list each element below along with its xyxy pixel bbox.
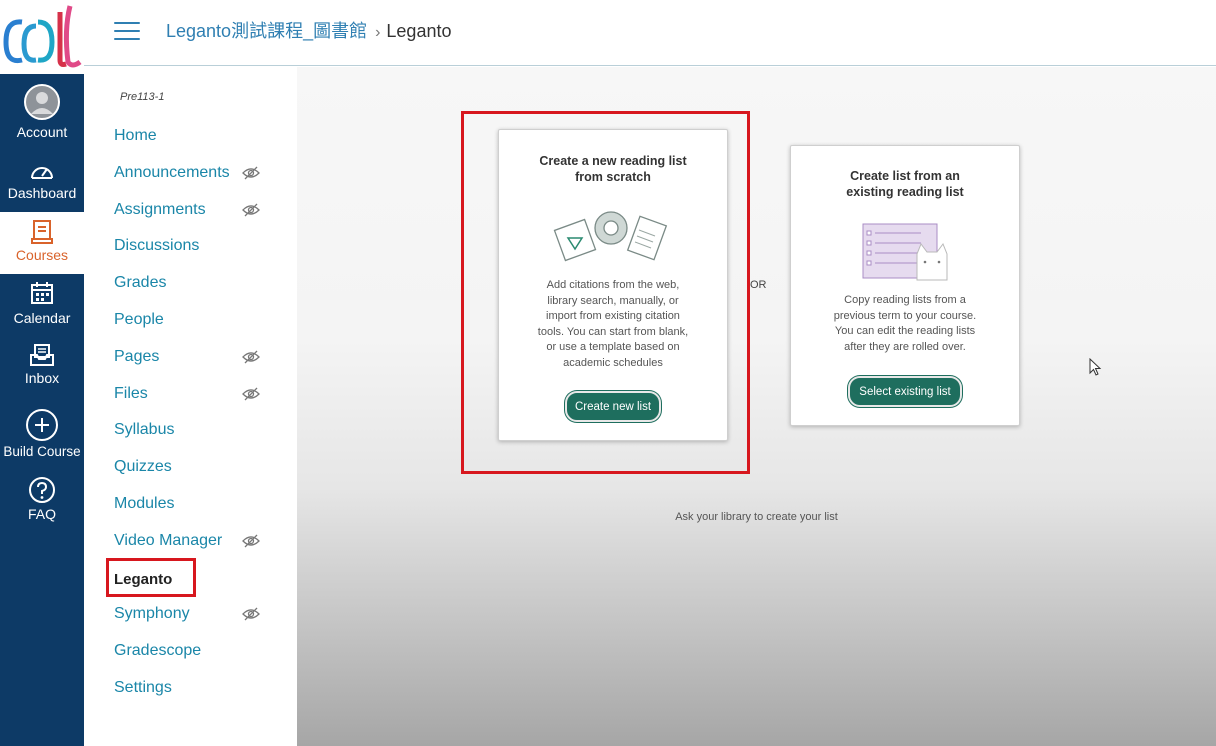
nav-account-label: Account [16,124,68,140]
hidden-eye-slash-icon [242,387,260,401]
existing-reading-list-card: Create list from an existing reading lis… [790,145,1020,426]
select-existing-list-button[interactable]: Select existing list [848,376,962,407]
nav-build-course[interactable]: Build Course [0,408,84,470]
existing-list-desc-line: Copy reading lists from a [844,294,966,306]
course-nav-discussions[interactable]: Discussions [114,237,199,255]
breadcrumb-course-link[interactable]: Leganto測試課程_圖書館 [166,21,367,41]
inbox-icon [30,344,54,366]
course-nav-settings[interactable]: Settings [114,679,172,697]
course-nav-symphony[interactable]: Symphony [114,605,190,623]
nav-courses[interactable]: Courses [0,212,84,274]
nav-inbox[interactable]: Inbox [0,343,84,405]
course-nav-announcements[interactable]: Announcements [114,164,230,182]
existing-list-desc-line: after they are rolled over. [844,340,966,353]
breadcrumb: Leganto測試課程_圖書館 › Leganto [166,17,451,43]
term-label: Pre113-1 [120,91,165,103]
plus-circle-icon [26,409,58,441]
mouse-cursor-icon [1089,358,1102,376]
nav-faq-label: FAQ [27,506,56,522]
existing-list-desc-line: You can edit the reading lists [834,325,976,337]
courses-icon [31,220,53,244]
page-header: Leganto測試課程_圖書館 › Leganto [84,0,1216,66]
hidden-eye-slash-icon [242,350,260,364]
course-nav-gradescope[interactable]: Gradescope [114,642,201,660]
calendar-icon [31,282,53,304]
course-nav-syllabus[interactable]: Syllabus [114,421,174,439]
leganto-main [297,67,1216,746]
nav-calendar[interactable]: Calendar [0,281,84,343]
breadcrumb-current: Leganto [386,21,452,41]
nav-build-course-label: Build Course [3,444,81,459]
existing-list-title-line1: Create list from an [850,169,960,183]
hidden-eye-slash-icon [242,166,260,180]
help-icon [29,477,55,503]
or-label: OR [750,279,767,291]
avatar-icon [24,84,60,120]
course-nav-home[interactable]: Home [114,127,157,145]
course-nav-grades[interactable]: Grades [114,274,166,292]
hidden-eye-slash-icon [242,534,260,548]
reading-list-illustration-icon [862,223,948,281]
course-nav-assignments[interactable]: Assignments [114,201,206,219]
leganto-highlight-box [106,558,196,597]
existing-list-card-title: Create list from an existing reading lis… [791,168,1019,200]
course-nav-modules[interactable]: Modules [114,495,174,513]
dashboard-icon [31,167,53,179]
existing-list-card-description: Copy reading lists from a previous term … [791,293,1019,355]
global-nav: Account Dashboard Courses Calendar Inbox… [0,0,84,746]
nav-courses-label: Courses [15,247,69,263]
course-nav-files[interactable]: Files [114,385,148,403]
hidden-eye-slash-icon [242,607,260,621]
breadcrumb-separator-icon: › [375,24,381,41]
hidden-eye-slash-icon [242,203,260,217]
nav-calendar-label: Calendar [13,310,71,326]
course-nav-people[interactable]: People [114,311,164,329]
nav-inbox-label: Inbox [24,370,60,386]
ask-library-link[interactable]: Ask your library to create your list [297,511,1216,523]
hamburger-menu-button[interactable] [114,22,140,42]
course-nav-pages[interactable]: Pages [114,348,159,366]
course-nav-quizzes[interactable]: Quizzes [114,458,172,476]
nav-account[interactable]: Account [0,84,84,146]
nav-faq[interactable]: FAQ [0,476,84,538]
existing-list-title-line2: existing reading list [846,185,964,199]
existing-list-desc-line: previous term to your course. [833,309,977,322]
course-nav-video-manager[interactable]: Video Manager [114,532,222,550]
nav-dashboard-label: Dashboard [7,185,77,201]
cool-logo[interactable] [0,0,84,74]
new-list-highlight-box [461,111,750,474]
